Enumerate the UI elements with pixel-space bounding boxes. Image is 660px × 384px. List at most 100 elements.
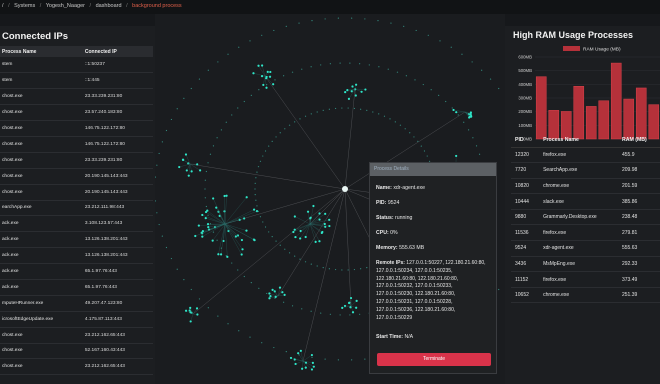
graph-node[interactable] (328, 224, 331, 228)
graph-node[interactable] (354, 94, 357, 97)
column-header[interactable]: RAM (MB) (617, 133, 660, 148)
breadcrumb-systems[interactable]: Systems (14, 3, 35, 9)
graph-node[interactable] (268, 292, 271, 295)
graph-node[interactable] (360, 90, 363, 93)
breadcrumb-root[interactable]: / (2, 3, 4, 9)
graph-node[interactable] (201, 235, 204, 238)
graph-node[interactable] (355, 306, 358, 309)
graph-node[interactable] (225, 194, 228, 197)
graph-node[interactable] (261, 64, 264, 67)
graph-node[interactable] (350, 90, 353, 93)
graph-node[interactable] (178, 165, 181, 169)
graph-node[interactable] (321, 230, 324, 234)
graph-node[interactable] (304, 235, 307, 239)
graph-node[interactable] (265, 75, 268, 79)
graph-node[interactable] (281, 291, 284, 294)
graph-node[interactable] (184, 309, 188, 312)
graph-node[interactable] (294, 235, 297, 239)
graph-node[interactable] (301, 367, 304, 370)
graph-node[interactable] (219, 253, 223, 256)
graph-node[interactable] (197, 224, 200, 227)
graph-node[interactable] (253, 239, 256, 242)
graph-node[interactable] (349, 306, 352, 309)
graph-node[interactable] (245, 196, 248, 199)
column-header[interactable]: Process Name (0, 46, 83, 57)
graph-node[interactable] (207, 226, 210, 229)
table-row[interactable]: chost.exe 20.190.145.143:443 (0, 184, 153, 201)
graph-node[interactable] (269, 295, 272, 298)
graph-node[interactable] (240, 253, 243, 256)
ram-bar[interactable] (535, 76, 547, 140)
graph-node[interactable] (310, 353, 314, 357)
breadcrumb-dashboard[interactable]: dashboard (96, 3, 122, 9)
table-row[interactable]: 3436 MsMpEng.exe 292.33 (511, 256, 660, 273)
table-row[interactable]: 10444 slack.exe 385.86 (511, 193, 660, 210)
table-row[interactable]: 9524 xdr-agent.exe 555.63 (511, 240, 660, 257)
graph-node[interactable] (355, 83, 358, 86)
graph-node[interactable] (324, 212, 327, 215)
graph-node[interactable] (346, 88, 349, 92)
ram-bar[interactable] (573, 86, 585, 140)
table-row[interactable]: stem::1:50237 (0, 57, 153, 74)
graph-node[interactable] (347, 97, 351, 100)
graph-node[interactable] (252, 208, 256, 211)
table-row[interactable]: icrosoftEdgeUpdate.exe 4.175.87.113:443 (0, 311, 153, 328)
graph-node[interactable] (196, 163, 199, 166)
graph-node[interactable] (271, 288, 274, 291)
graph-node[interactable] (201, 229, 205, 233)
graph-node[interactable] (344, 91, 347, 94)
graph-node[interactable] (255, 210, 259, 213)
graph-node[interactable] (297, 352, 300, 355)
table-row[interactable]: chost.exe 23.57.240.183:80 (0, 104, 153, 122)
graph-node[interactable] (190, 170, 193, 173)
graph-node[interactable] (278, 286, 282, 289)
graph-node[interactable] (273, 290, 276, 293)
table-row[interactable]: chost.exe 52.167.160.43:443 (0, 343, 153, 360)
graph-node[interactable] (312, 204, 315, 208)
graph-node[interactable] (204, 217, 207, 220)
table-row[interactable]: 9880 Grammarly.Desktop.exe 238.48 (511, 209, 660, 226)
graph-node[interactable] (265, 86, 268, 89)
graph-node[interactable] (293, 358, 296, 361)
graph-node[interactable] (299, 349, 302, 352)
table-row[interactable]: chost.exe 23.33.239.231:80 (0, 152, 153, 169)
graph-hub-node[interactable] (342, 186, 348, 192)
ram-bar[interactable] (635, 87, 647, 140)
table-row[interactable]: chost.exe 23.33.239.231:80 (0, 88, 153, 106)
graph-node[interactable] (289, 356, 293, 360)
graph-node[interactable] (310, 368, 314, 371)
table-row[interactable]: 12320 firefox.exe 455.9 (511, 147, 660, 164)
table-row[interactable]: chost.exe 23.212.162.65:443 (0, 358, 153, 376)
column-header[interactable]: PID (511, 133, 540, 148)
graph-node[interactable] (257, 64, 260, 67)
graph-node[interactable] (272, 83, 275, 86)
table-row[interactable]: earchApp.exe 23.212.111.98:443 (0, 200, 153, 217)
graph-node[interactable] (455, 154, 458, 158)
graph-node[interactable] (211, 239, 214, 242)
table-row[interactable]: chost.exe 146.75.122.172:80 (0, 136, 153, 153)
table-row[interactable]: ack.exe 65.1.97.76:443 (0, 263, 153, 280)
graph-node[interactable] (217, 253, 220, 256)
graph-node[interactable] (324, 225, 327, 228)
graph-node[interactable] (266, 70, 269, 73)
graph-node[interactable] (184, 153, 188, 156)
graph-node[interactable] (189, 320, 192, 323)
graph-node[interactable] (323, 222, 326, 226)
graph-node[interactable] (283, 293, 286, 296)
graph-node[interactable] (311, 361, 315, 364)
graph-node[interactable] (364, 88, 367, 91)
graph-node[interactable] (218, 214, 221, 218)
graph-node[interactable] (206, 209, 209, 212)
breadcrumb-user[interactable]: Yogesh_Naager (46, 3, 85, 9)
graph-node[interactable] (234, 235, 237, 238)
graph-node[interactable] (304, 361, 308, 364)
table-row[interactable]: 11152 firefox.exe 373.49 (511, 271, 660, 288)
graph-node[interactable] (201, 213, 204, 217)
graph-node[interactable] (241, 248, 244, 251)
table-row[interactable]: chost.exe 146.75.122.172:80 (0, 120, 153, 137)
graph-node[interactable] (312, 365, 315, 368)
graph-node[interactable] (185, 169, 188, 172)
graph-node[interactable] (452, 108, 455, 112)
graph-node[interactable] (318, 240, 321, 243)
table-row[interactable]: 10652 chrome.exe 251.39 (511, 287, 660, 304)
